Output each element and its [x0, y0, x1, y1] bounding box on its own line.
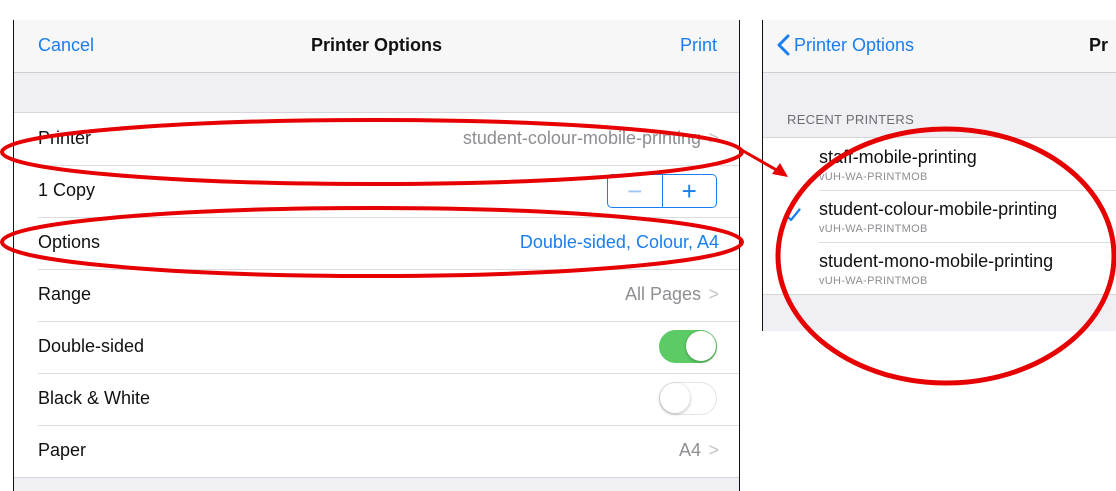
printer-options-panel: Cancel Printer Options Print Printer stu… — [13, 20, 740, 491]
paper-label: Paper — [38, 440, 87, 460]
chevron-right-icon: > — [708, 284, 719, 304]
options-row[interactable]: Options Double-sided, Colour, A4 — [14, 217, 739, 269]
printer-list-item[interactable]: student-mono-mobile-printing vUH-WA-PRIN… — [763, 242, 1116, 294]
toggle-knob — [660, 383, 690, 413]
navigation-bar: Printer Options Pr — [763, 20, 1116, 73]
print-button[interactable]: Print — [680, 35, 717, 56]
back-label: Printer Options — [794, 34, 915, 55]
printer-list-item[interactable]: staff-mobile-printing vUH-WA-PRINTMOB — [763, 138, 1116, 190]
double-sided-row: Double-sided — [14, 321, 739, 373]
copies-stepper: − + — [607, 174, 717, 208]
printer-label: Printer — [38, 128, 92, 148]
copies-label: 1 Copy — [38, 180, 96, 200]
printer-list: staff-mobile-printing vUH-WA-PRINTMOB st… — [763, 137, 1116, 295]
printer-picker-panel: Printer Options Pr RECENT PRINTERS staff… — [762, 20, 1116, 331]
printer-row[interactable]: Printer student-colour-mobile-printing > — [14, 113, 739, 165]
range-value: All Pages — [624, 284, 701, 304]
printer-value: student-colour-mobile-printing — [462, 128, 701, 148]
chevron-left-icon — [777, 34, 790, 56]
double-sided-toggle[interactable] — [659, 330, 717, 363]
page-title: Printer Options — [310, 35, 442, 55]
navigation-bar: Cancel Printer Options Print — [14, 20, 739, 73]
increment-button[interactable]: + — [663, 175, 717, 207]
chevron-right-icon: > — [708, 440, 719, 460]
copies-row: 1 Copy − + — [14, 165, 739, 217]
printer-server: vUH-WA-PRINTMOB — [819, 171, 928, 183]
black-white-row: Black & White — [14, 373, 739, 425]
range-label: Range — [38, 284, 92, 304]
double-sided-label: Double-sided — [38, 336, 145, 356]
section-header: RECENT PRINTERS — [787, 112, 915, 127]
printer-server: vUH-WA-PRINTMOB — [819, 223, 928, 235]
printer-server: vUH-WA-PRINTMOB — [819, 275, 928, 287]
options-label: Options — [38, 232, 101, 252]
paper-value: A4 — [678, 440, 701, 460]
decrement-button[interactable]: − — [608, 175, 663, 207]
printer-list-item[interactable]: student-colour-mobile-printing vUH-WA-PR… — [763, 190, 1116, 242]
black-white-label: Black & White — [38, 388, 151, 408]
page-title: Pr — [1089, 35, 1109, 55]
range-row[interactable]: Range All Pages > — [14, 269, 739, 321]
printer-name: student-mono-mobile-printing — [819, 251, 1054, 271]
chevron-right-icon: > — [708, 128, 719, 148]
options-value: Double-sided, Colour, A4 — [519, 232, 719, 252]
print-settings-list: Printer student-colour-mobile-printing >… — [14, 112, 739, 478]
black-white-toggle[interactable] — [659, 382, 717, 415]
checkmark-icon — [785, 208, 801, 222]
paper-row[interactable]: Paper A4 > — [14, 425, 739, 477]
printer-name: staff-mobile-printing — [819, 147, 977, 167]
toggle-knob — [686, 331, 716, 361]
back-button[interactable]: Printer Options — [777, 34, 914, 56]
printer-name: student-colour-mobile-printing — [819, 199, 1058, 219]
